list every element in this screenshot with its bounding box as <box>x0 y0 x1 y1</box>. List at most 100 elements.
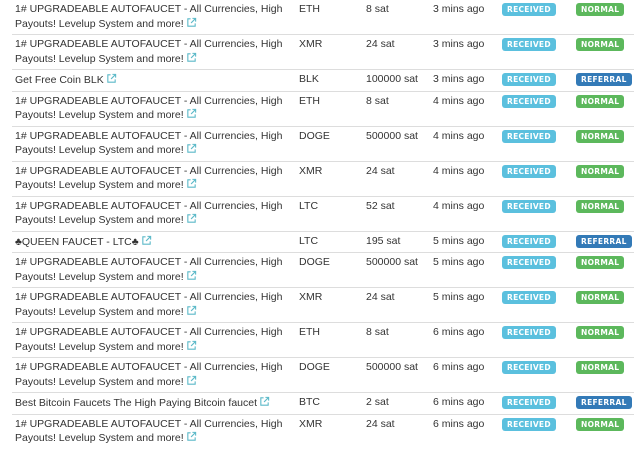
faucet-cell: 1# UPGRADEABLE AUTOFAUCET - All Currenci… <box>12 413 296 449</box>
external-link-icon[interactable] <box>186 143 197 154</box>
table-row: 1# UPGRADEABLE AUTOFAUCET - All Currenci… <box>12 0 634 35</box>
faucet-name[interactable]: Get Free Coin BLK <box>15 74 104 86</box>
status-badge: RECEIVED <box>502 73 556 86</box>
amount-cell: 195 sat <box>363 230 430 253</box>
faucet-name[interactable]: 1# UPGRADEABLE AUTOFAUCET - All Currenci… <box>15 130 282 157</box>
time-cell: 6 mins ago <box>430 413 499 449</box>
amount-cell: 24 sat <box>363 160 430 196</box>
external-link-icon[interactable] <box>186 52 197 63</box>
status-cell: RECEIVED <box>499 322 573 358</box>
faucet-cell: 1# UPGRADEABLE AUTOFAUCET - All Currenci… <box>12 125 296 161</box>
currency-cell: DOGE <box>296 125 363 161</box>
faucet-name[interactable]: ♣QUEEN FAUCET - LTC♣ <box>15 236 139 248</box>
external-link-icon[interactable] <box>186 270 197 281</box>
time-cell: 5 mins ago <box>430 230 499 253</box>
status-badge: RECEIVED <box>502 94 556 108</box>
amount-cell: 8 sat <box>363 90 430 126</box>
type-badge: NORMAL <box>576 256 625 269</box>
time-cell: 4 mins ago <box>430 90 499 126</box>
table-row: ♣QUEEN FAUCET - LTC♣ LTC 195 sat 5 mins … <box>12 230 634 253</box>
currency-cell: LTC <box>296 195 363 231</box>
table-row: 1# UPGRADEABLE AUTOFAUCET - All Currenci… <box>12 357 634 393</box>
status-cell: RECEIVED <box>499 90 573 126</box>
faucet-cell: 1# UPGRADEABLE AUTOFAUCET - All Currenci… <box>12 0 296 35</box>
amount-cell: 500000 sat <box>363 125 430 161</box>
type-cell: NORMAL <box>573 252 634 288</box>
status-badge: RECEIVED <box>502 38 556 51</box>
type-cell: REFERRAL <box>573 230 634 253</box>
type-cell: NORMAL <box>573 90 634 126</box>
currency-cell: ETH <box>299 3 320 15</box>
external-link-icon[interactable] <box>186 17 197 28</box>
table-row: 1# UPGRADEABLE AUTOFAUCET - All Currenci… <box>12 125 634 161</box>
type-badge: REFERRAL <box>576 234 632 248</box>
status-badge: RECEIVED <box>502 234 556 248</box>
type-badge: REFERRAL <box>576 396 632 409</box>
faucet-cell: 1# UPGRADEABLE AUTOFAUCET - All Currenci… <box>12 287 296 323</box>
table-row: 1# UPGRADEABLE AUTOFAUCET - All Currenci… <box>12 287 634 323</box>
currency-cell: ETH <box>296 322 363 358</box>
type-badge: NORMAL <box>576 361 625 374</box>
faucet-cell: 1# UPGRADEABLE AUTOFAUCET - All Currenci… <box>12 357 296 393</box>
external-link-icon[interactable] <box>186 431 197 442</box>
amount-cell: 24 sat <box>363 34 430 70</box>
status-cell: RECEIVED <box>499 230 573 253</box>
type-cell: REFERRAL <box>573 69 634 91</box>
type-badge: NORMAL <box>576 129 625 143</box>
status-badge: RECEIVED <box>502 129 556 143</box>
type-cell: NORMAL <box>573 160 634 196</box>
faucet-name[interactable]: 1# UPGRADEABLE AUTOFAUCET - All Currenci… <box>15 38 282 65</box>
external-link-icon[interactable] <box>186 108 197 119</box>
time-cell: 6 mins ago <box>430 322 499 358</box>
type-badge: NORMAL <box>576 164 625 178</box>
external-link-icon[interactable] <box>259 396 270 407</box>
status-badge: RECEIVED <box>502 326 556 339</box>
external-link-icon[interactable] <box>186 340 197 351</box>
amount-cell: 24 sat <box>363 287 430 323</box>
status-cell: RECEIVED <box>499 413 573 449</box>
type-badge: NORMAL <box>576 199 625 213</box>
amount-cell: 100000 sat <box>363 69 430 91</box>
faucet-cell: 1# UPGRADEABLE AUTOFAUCET - All Currenci… <box>12 34 296 70</box>
faucet-name[interactable]: 1# UPGRADEABLE AUTOFAUCET - All Currenci… <box>15 95 282 122</box>
type-cell: NORMAL <box>573 34 634 70</box>
faucet-name[interactable]: Best Bitcoin Faucets The High Paying Bit… <box>15 397 257 409</box>
status-cell: RECEIVED <box>499 195 573 231</box>
time-cell: 4 mins ago <box>430 160 499 196</box>
status-badge: RECEIVED <box>502 256 556 269</box>
faucet-name[interactable]: 1# UPGRADEABLE AUTOFAUCET - All Currenci… <box>15 418 282 445</box>
faucet-cell: Best Bitcoin Faucets The High Paying Bit… <box>12 392 296 414</box>
table-row: 1# UPGRADEABLE AUTOFAUCET - All Currenci… <box>12 160 634 196</box>
faucet-name[interactable]: 1# UPGRADEABLE AUTOFAUCET - All Currenci… <box>15 256 282 283</box>
amount-cell: 2 sat <box>363 392 430 414</box>
type-badge: NORMAL <box>576 3 625 16</box>
faucet-name[interactable]: 1# UPGRADEABLE AUTOFAUCET - All Currenci… <box>15 200 282 227</box>
type-cell: NORMAL <box>573 195 634 231</box>
amount-cell: 8 sat <box>363 322 430 358</box>
faucet-name[interactable]: 1# UPGRADEABLE AUTOFAUCET - All Currenci… <box>15 3 282 30</box>
faucet-name[interactable]: 1# UPGRADEABLE AUTOFAUCET - All Currenci… <box>15 326 282 353</box>
type-badge: NORMAL <box>576 94 625 108</box>
time-cell: 5 mins ago <box>430 287 499 323</box>
external-link-icon[interactable] <box>106 73 117 84</box>
external-link-icon[interactable] <box>186 305 197 316</box>
external-link-icon[interactable] <box>186 213 197 224</box>
table-row: 1# UPGRADEABLE AUTOFAUCET - All Currenci… <box>12 413 634 449</box>
status-cell: RECEIVED <box>499 160 573 196</box>
type-cell: NORMAL <box>573 125 634 161</box>
currency-cell: XMR <box>296 160 363 196</box>
amount-cell: 500000 sat <box>363 252 430 288</box>
external-link-icon[interactable] <box>141 235 152 246</box>
time-cell: 3 mins ago <box>433 3 485 15</box>
type-badge: REFERRAL <box>576 73 632 86</box>
external-link-icon[interactable] <box>186 178 197 189</box>
external-link-icon[interactable] <box>186 375 197 386</box>
faucet-name[interactable]: 1# UPGRADEABLE AUTOFAUCET - All Currenci… <box>15 291 282 318</box>
amount-cell: 52 sat <box>363 195 430 231</box>
faucet-name[interactable]: 1# UPGRADEABLE AUTOFAUCET - All Currenci… <box>15 361 282 388</box>
currency-cell: BTC <box>296 392 363 414</box>
status-cell: RECEIVED <box>499 34 573 70</box>
table-row: 1# UPGRADEABLE AUTOFAUCET - All Currenci… <box>12 252 634 288</box>
faucet-name[interactable]: 1# UPGRADEABLE AUTOFAUCET - All Currenci… <box>15 165 282 192</box>
currency-cell: XMR <box>296 413 363 449</box>
